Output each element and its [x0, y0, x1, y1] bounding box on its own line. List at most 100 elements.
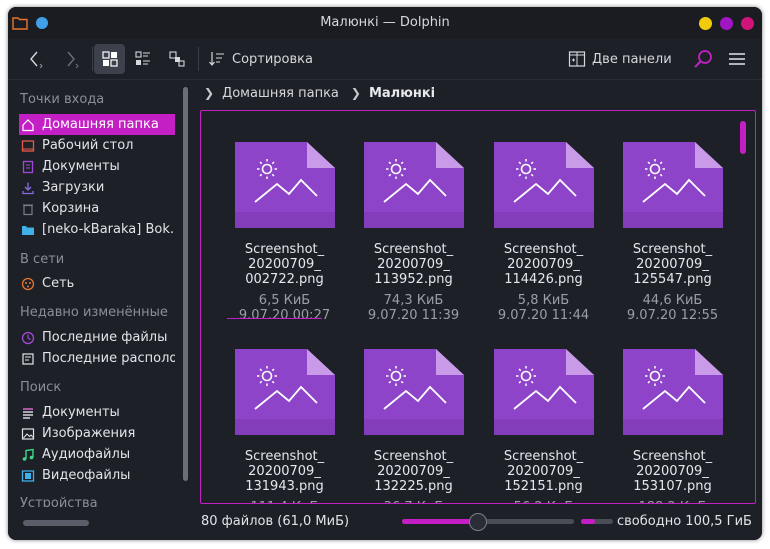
- search-icon: [694, 50, 712, 68]
- compact-view-button[interactable]: [128, 44, 158, 74]
- sidebar-group-title: Недавно изменённые: [20, 305, 168, 320]
- file-size: 5,8 КиБ: [517, 293, 570, 308]
- free-space-label: свободно 100,5 ГиБ: [617, 514, 752, 529]
- file-size: 44,6 КиБ: [642, 293, 703, 308]
- sidebar-item-images[interactable]: Изображения: [19, 423, 175, 444]
- home-icon: [22, 118, 34, 131]
- sidebar-item-label: Рабочий стол: [42, 138, 134, 153]
- zoom-slider-handle[interactable]: [468, 513, 487, 531]
- file-item[interactable]: Screenshot_ 20200709_ 113952.png 74,3 КиБ 9.…: [349, 142, 478, 323]
- network-icon: [21, 277, 35, 290]
- sidebar-item-label: Последние располо: [42, 351, 175, 366]
- file-item[interactable]: Screenshot_20200709_153107.png 188,2 КиБ: [608, 349, 737, 503]
- title-bar[interactable]: Малюнкі — Dolphin: [8, 7, 762, 39]
- sidebar-group-title: Поиск: [20, 380, 62, 395]
- file-size: 188,2 КиБ: [608, 500, 737, 503]
- sidebar-item-label: Документы: [42, 159, 120, 174]
- sidebar-item-documents[interactable]: Документы: [19, 156, 175, 177]
- file-item[interactable]: Screenshot_20200709_131943.png 111,4 КиБ: [220, 349, 349, 503]
- free-space-fill: [581, 519, 596, 524]
- split-panels-icon: [568, 51, 586, 67]
- free-space-bar: [581, 519, 613, 524]
- sort-button[interactable]: Сортировка: [208, 44, 326, 74]
- file-name: Screenshot_ 20200709_ 131943.png: [244, 449, 325, 494]
- breadcrumb-current[interactable]: Малюнкі: [369, 86, 435, 101]
- sidebar-horizontal-scrollbar[interactable]: [23, 520, 89, 526]
- zoom-slider[interactable]: [402, 513, 574, 531]
- maximize-button[interactable]: [720, 17, 733, 30]
- chevron-left-icon: [30, 51, 43, 69]
- file-name: Screenshot_ 20200709_ 114426.png: [503, 242, 584, 287]
- sidebar-item-label: Аудиофайлы: [42, 447, 131, 462]
- file-size: 111,4 КиБ: [220, 500, 349, 503]
- sidebar-item-recent-locations[interactable]: Последние располо: [19, 348, 175, 369]
- sidebar-item-trash[interactable]: Корзина: [19, 198, 175, 219]
- sidebar-group-title: В сети: [20, 252, 65, 267]
- breadcrumb: ❯ Домашняя папка ❯ Малюнкі: [200, 83, 435, 103]
- sidebar-scrollbar[interactable]: [183, 87, 188, 481]
- file-size: 56,2 КиБ: [479, 500, 608, 503]
- file-name: Screenshot_ 20200709_ 113952.png: [373, 242, 454, 287]
- forward-button[interactable]: [56, 44, 86, 74]
- downloads-icon: [22, 182, 34, 194]
- back-button[interactable]: [20, 44, 50, 74]
- sidebar-item-recent-files[interactable]: Последние файлы: [19, 327, 175, 348]
- hamburger-menu-icon: [729, 53, 745, 65]
- sidebar-item-label: Домашняя папка: [42, 117, 159, 132]
- icons-view-button[interactable]: [94, 44, 125, 74]
- zoom-slider-fill: [402, 519, 478, 524]
- split-view-label: Две панели: [592, 51, 672, 67]
- file-item[interactable]: Screenshot_20200709_132225.png 36,7 КиБ: [349, 349, 478, 503]
- video-icon: [21, 469, 35, 482]
- trash-icon: [23, 204, 33, 215]
- file-count-summary: 80 файлов (61,0 МиБ): [201, 514, 350, 529]
- file-item[interactable]: Screenshot_20200709_152151.png 56,2 КиБ: [479, 349, 608, 503]
- status-bar: 80 файлов (61,0 МиБ) свободно 100,5 ГиБ: [8, 507, 762, 540]
- file-size: 6,5 КиБ: [258, 293, 311, 308]
- file-item[interactable]: Screenshot_ 20200709_ 002722.png 6,5 КиБ 9.0…: [220, 142, 349, 323]
- file-item[interactable]: Screenshot_ 20200709_ 125547.png 44,6 КиБ 9.…: [608, 142, 737, 323]
- sidebar-item-search-documents[interactable]: Документы: [19, 402, 175, 423]
- icons-view-icon: [101, 51, 118, 67]
- sidebar-item-network[interactable]: Сеть: [19, 273, 175, 294]
- breadcrumb-home[interactable]: Домашняя папка: [222, 86, 339, 101]
- close-button[interactable]: [741, 17, 754, 30]
- details-view-button[interactable]: [162, 44, 192, 74]
- sidebar-item-downloads[interactable]: Загрузки: [19, 177, 175, 198]
- sidebar-item-desktop[interactable]: Рабочий стол: [19, 135, 175, 156]
- sidebar-item-network-share[interactable]: [neko-kBaraka] Bok...: [19, 219, 175, 240]
- toolbar-separator: [198, 47, 199, 71]
- sort-icon: [209, 52, 224, 66]
- compact-view-icon: [135, 51, 150, 65]
- sidebar-item-audio[interactable]: Аудиофайлы: [19, 444, 175, 465]
- documents-icon: [22, 160, 34, 173]
- file-date: 9.07.20 11:39: [367, 308, 460, 323]
- details-view-icon: [169, 51, 185, 67]
- image-file-icon: [234, 142, 335, 228]
- sidebar-item-label: Загрузки: [42, 180, 105, 195]
- file-view-scrollbar[interactable]: [740, 121, 746, 154]
- sidebar-item-home[interactable]: Домашняя папка: [19, 114, 175, 135]
- sidebar-item-video[interactable]: Видеофайлы: [19, 465, 175, 486]
- file-name: Screenshot_ 20200709_ 152151.png: [503, 449, 584, 494]
- chevron-right-icon: ❯: [204, 86, 215, 100]
- sidebar-group-title: Точки входа: [20, 92, 105, 107]
- file-name: Screenshot_ 20200709_ 132225.png: [373, 449, 454, 494]
- chevron-right-icon: [67, 51, 79, 69]
- image-file-icon: [363, 142, 464, 228]
- focus-indicator: [227, 318, 322, 319]
- file-item[interactable]: Screenshot_ 20200709_ 114426.png 5,8 КиБ 9.0…: [479, 142, 608, 323]
- images-icon: [21, 427, 35, 440]
- sidebar-item-label: Сеть: [42, 276, 75, 291]
- sidebar-item-label: Документы: [42, 405, 120, 420]
- folder-icon: [22, 225, 34, 235]
- search-button[interactable]: [690, 44, 716, 74]
- split-view-button[interactable]: Две панели: [568, 44, 680, 74]
- image-file-icon: [622, 142, 723, 228]
- image-file-icon: [234, 349, 335, 435]
- menu-button[interactable]: [724, 44, 750, 74]
- file-size: 36,7 КиБ: [349, 500, 478, 503]
- sidebar-item-label: Корзина: [42, 201, 100, 216]
- file-view[interactable]: Screenshot_ 20200709_ 002722.png 6,5 КиБ 9.0…: [200, 110, 756, 504]
- minimize-button[interactable]: [699, 17, 712, 30]
